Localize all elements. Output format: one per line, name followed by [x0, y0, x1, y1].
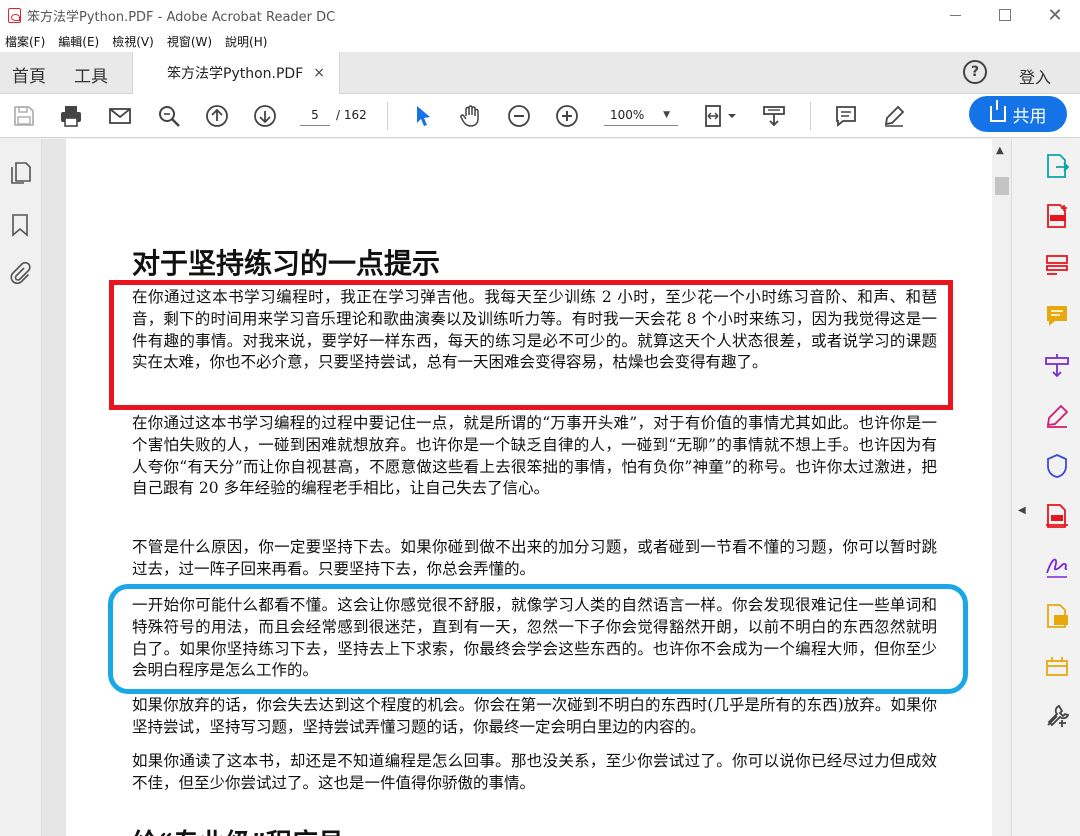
comment-icon[interactable] — [834, 104, 858, 128]
share-icon — [989, 100, 1006, 122]
menu-view[interactable]: 檢視(V) — [112, 33, 154, 50]
right-panel-toggle-icon[interactable]: ◀ — [1018, 505, 1026, 516]
tab-tools[interactable]: 工具 — [74, 62, 108, 87]
page-fit-icon[interactable] — [702, 104, 738, 128]
more-tools-icon[interactable] — [1044, 703, 1070, 729]
pdf-security-icon[interactable] — [1044, 503, 1070, 529]
window-controls: ✕ — [930, 0, 1080, 30]
search-icon[interactable] — [157, 104, 181, 128]
bookmark-icon[interactable] — [8, 213, 32, 237]
red-highlight-box — [109, 280, 953, 410]
tab-close-icon[interactable]: × — [313, 65, 325, 81]
print-icon[interactable] — [59, 104, 83, 128]
email-icon[interactable] — [108, 104, 132, 128]
scrollbar-thumb[interactable] — [995, 177, 1009, 195]
menu-file[interactable]: 檔案(F) — [5, 33, 45, 50]
stamp-tool-icon[interactable] — [1044, 653, 1070, 679]
window-title: 笨方法学Python.PDF - Adobe Acrobat Reader DC — [27, 9, 336, 25]
page-total: / 162 — [336, 108, 367, 122]
paragraph-5: 如果你放弃的话，你会失去达到这个程度的机会。你会在第一次碰到不明白的东西时(几乎… — [132, 696, 937, 736]
close-window-button[interactable]: ✕ — [1030, 0, 1080, 30]
minimize-button[interactable] — [930, 0, 980, 30]
comment-tool-icon[interactable] — [1044, 303, 1070, 329]
attachment-icon[interactable] — [8, 261, 32, 285]
save-icon[interactable] — [12, 104, 36, 128]
vertical-scrollbar[interactable]: ▲ — [993, 139, 1011, 836]
send-for-review-icon[interactable] — [1044, 603, 1070, 629]
menu-edit[interactable]: 編輯(E) — [58, 33, 99, 50]
page-number-input[interactable]: 5 — [300, 104, 330, 126]
toolbar-divider — [387, 102, 388, 130]
create-pdf-icon[interactable] — [1044, 203, 1070, 229]
toolbar: 5 / 162 100% ▼ 共用 — [0, 94, 1080, 138]
tab-home[interactable]: 首頁 — [12, 62, 46, 87]
protect-shield-icon[interactable] — [1044, 453, 1070, 479]
menu-help[interactable]: 說明(H) — [225, 33, 267, 50]
maximize-button[interactable] — [980, 0, 1030, 30]
chevron-down-icon: ▼ — [663, 110, 670, 120]
toolbar-divider — [810, 102, 811, 130]
title-bar: 笨方法学Python.PDF - Adobe Acrobat Reader DC… — [0, 0, 1080, 30]
compress-pdf-icon[interactable] — [1044, 353, 1070, 379]
right-tools-rail: ◀ — [1011, 139, 1080, 836]
paragraph-2: 在你通过这本书学习编程的过程中要记住一点，就是所谓的“万事开头难”，对于有价值的… — [132, 414, 937, 498]
hand-tool-icon[interactable] — [459, 104, 483, 128]
share-button[interactable]: 共用 — [969, 96, 1067, 132]
next-page-icon[interactable] — [253, 104, 277, 128]
section-heading: 对于坚持练习的一点提示 — [132, 247, 441, 280]
menu-bar: 檔案(F) 編輯(E) 檢視(V) 視窗(W) 說明(H) — [0, 30, 1080, 52]
pdf-page: 对于坚持练习的一点提示 在你通过这本书学习编程时，我正在学习弹吉他。我每天至少训… — [66, 139, 992, 836]
tab-document[interactable]: 笨方法学Python.PDF × — [132, 52, 340, 94]
scroll-mode-icon[interactable] — [762, 104, 786, 128]
signin-link[interactable]: 登入 — [1019, 64, 1051, 88]
paragraph-6: 如果你通读了这本书，却还是不知道编程是怎么回事。那也没关系，至少你尝试过了。你可… — [132, 752, 937, 792]
acrobat-logo-icon — [8, 7, 21, 23]
highlight-pen-icon[interactable] — [882, 104, 906, 128]
signature-icon[interactable] — [1044, 553, 1070, 579]
tab-document-label: 笨方法学Python.PDF — [167, 66, 304, 82]
export-pdf-icon[interactable] — [1044, 153, 1070, 179]
tab-row: 首頁 工具 笨方法学Python.PDF × ? 登入 — [0, 52, 1080, 94]
help-icon[interactable]: ? — [963, 60, 987, 84]
zoom-out-icon[interactable] — [507, 104, 531, 128]
paragraph-3: 不管是什么原因，你一定要坚持下去。如果你碰到做不出来的加分习题，或者碰到一节看不… — [132, 538, 937, 578]
organize-pages-icon[interactable] — [1044, 253, 1070, 279]
page-thumbnails-icon[interactable] — [8, 161, 32, 185]
previous-page-icon[interactable] — [205, 104, 229, 128]
share-button-label: 共用 — [1012, 106, 1047, 127]
menu-window[interactable]: 視窗(W) — [167, 33, 212, 50]
zoom-level-select[interactable]: 100% ▼ — [604, 104, 678, 126]
blue-highlight-box — [108, 584, 968, 694]
scroll-up-icon[interactable]: ▲ — [996, 145, 1004, 156]
left-navigation-rail — [0, 139, 42, 836]
document-viewport[interactable]: 对于坚持练习的一点提示 在你通过这本书学习编程时，我正在学习弹吉他。我每天至少训… — [42, 139, 992, 836]
select-cursor-icon[interactable] — [411, 104, 435, 128]
zoom-level-value: 100% — [610, 108, 645, 122]
next-section-heading: 给“专业级”程序员 — [132, 823, 344, 836]
fill-sign-icon[interactable] — [1044, 403, 1070, 429]
zoom-in-icon[interactable] — [555, 104, 579, 128]
